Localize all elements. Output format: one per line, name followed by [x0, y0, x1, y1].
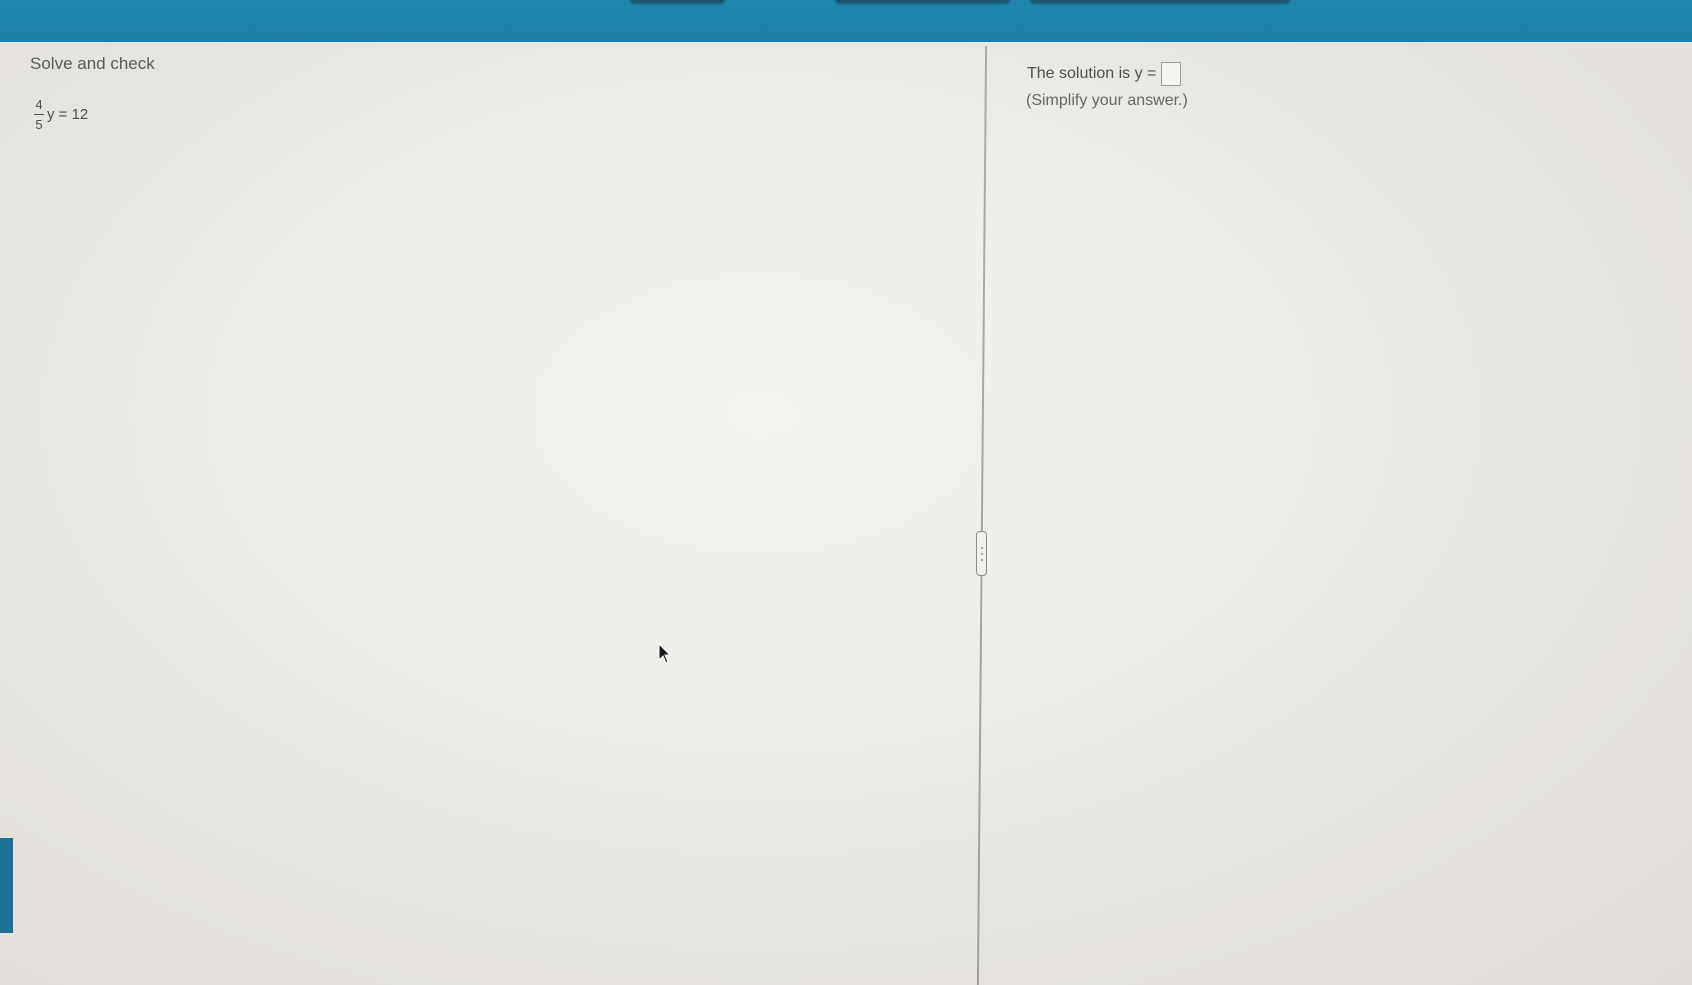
question-equation: 4 5 y = 12 — [34, 97, 88, 132]
fraction-bar — [34, 114, 44, 115]
question-instruction: Solve and check — [30, 54, 155, 73]
drag-handle-icon[interactable] — [976, 531, 987, 576]
fraction-denominator: 5 — [35, 117, 43, 132]
equation-fraction: 4 5 — [34, 97, 44, 132]
fraction-numerator: 4 — [35, 97, 43, 112]
header-bar — [0, 0, 1692, 42]
solution-prefix: The solution is y = — [1027, 65, 1157, 82]
header-blurred-text — [835, 0, 1010, 4]
equation-rest: y = 12 — [47, 106, 89, 123]
header-blurred-text — [630, 0, 725, 4]
answer-hint: (Simplify your answer.) — [1026, 92, 1188, 109]
question-pane — [0, 42, 985, 985]
grip-dot — [981, 547, 983, 549]
grip-dot — [981, 553, 983, 555]
solution-line: The solution is y = — [1027, 62, 1182, 86]
grip-dot — [981, 559, 983, 561]
answer-input[interactable] — [1161, 62, 1182, 86]
answer-pane — [990, 42, 1692, 985]
mouse-pointer-icon — [658, 643, 672, 664]
header-blurred-text — [1030, 0, 1290, 4]
side-tab[interactable] — [0, 838, 13, 933]
